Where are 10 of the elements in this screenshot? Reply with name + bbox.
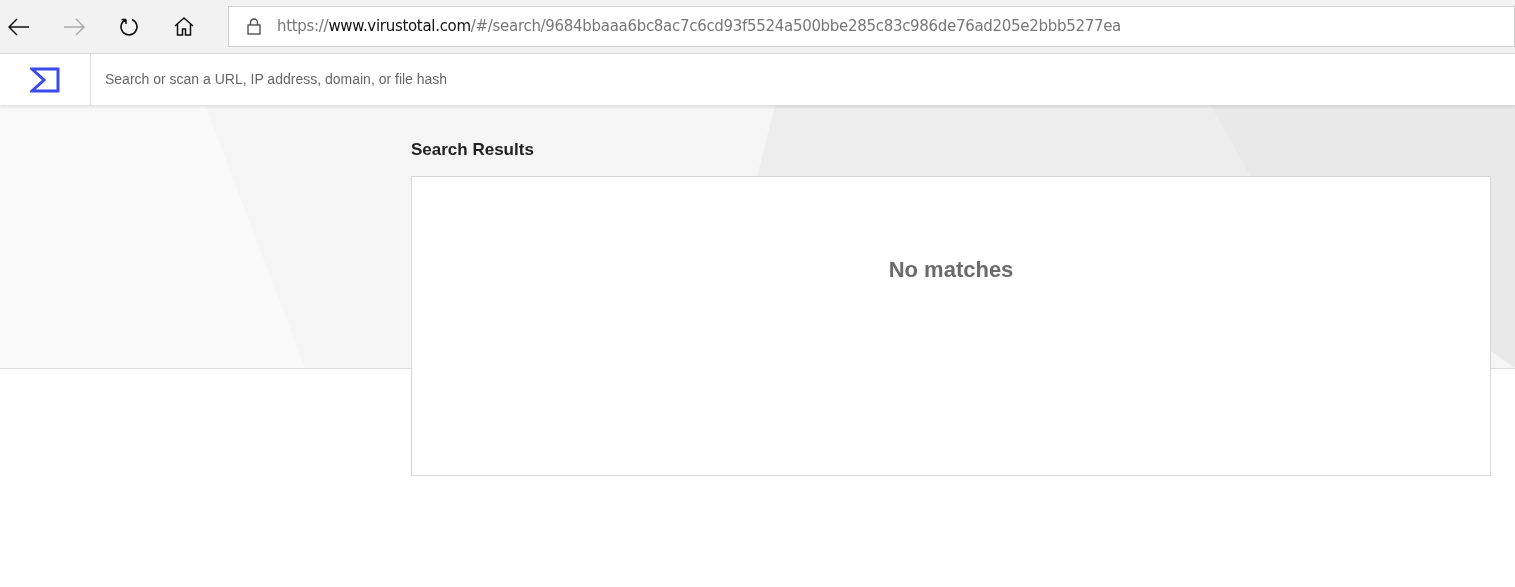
logo-icon[interactable] [30, 66, 60, 93]
refresh-icon[interactable] [119, 16, 139, 37]
search-field[interactable]: Search or scan a URL, IP address, domain, or file hash [91, 54, 1515, 105]
url-text: https://www.virustotal.com/#/search/9684bbaaa6bc8ac7c6cd93f5524a500bbe285c83c986de76ad205e2bbb5277ea [277, 16, 1121, 38]
results-heading: Search Results [411, 139, 535, 161]
back-arrow-icon[interactable] [8, 17, 30, 36]
home-icon[interactable] [174, 17, 194, 36]
address-bar[interactable]: https://www.virustotal.com/#/search/9684bbaaa6bc8ac7c6cd93f5524a500bbe285c83c986de76ad205e2bbb5277ea [228, 6, 1515, 47]
no-matches-message: No matches [888, 256, 1014, 283]
lock-icon [247, 18, 261, 35]
